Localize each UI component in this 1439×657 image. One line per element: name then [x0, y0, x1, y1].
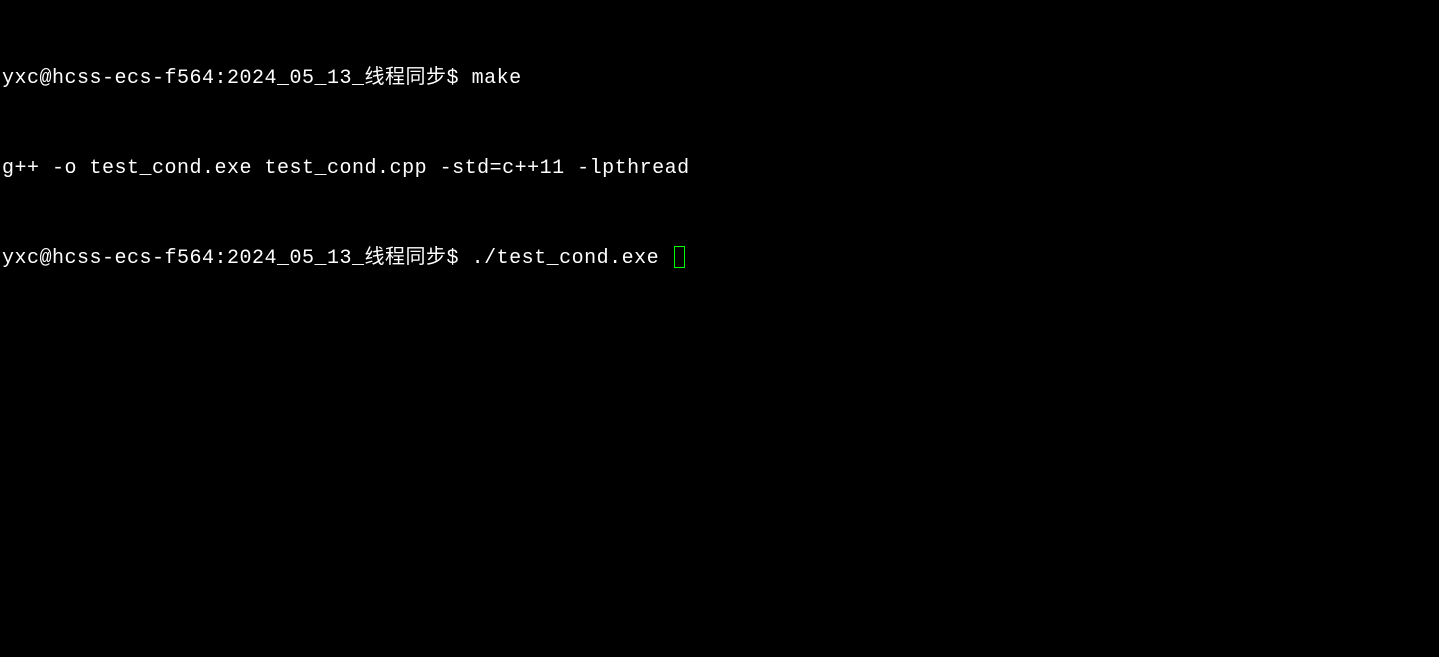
terminal-line: g++ -o test_cond.exe test_cond.cpp -std=…: [2, 154, 1437, 184]
terminal-line: yxc@hcss-ecs-f564:2024_05_13_线程同步$ ./tes…: [2, 244, 1437, 274]
terminal-line: yxc@hcss-ecs-f564:2024_05_13_线程同步$ make: [2, 64, 1437, 94]
shell-prompt: yxc@hcss-ecs-f564:2024_05_13_线程同步$: [2, 67, 472, 90]
command-text: make: [472, 67, 522, 90]
cursor-icon: [674, 246, 685, 268]
command-output: g++ -o test_cond.exe test_cond.cpp -std=…: [2, 157, 690, 180]
shell-prompt: yxc@hcss-ecs-f564:2024_05_13_线程同步$: [2, 247, 472, 270]
command-text: ./test_cond.exe: [472, 247, 672, 270]
terminal-window[interactable]: yxc@hcss-ecs-f564:2024_05_13_线程同步$ make …: [2, 4, 1437, 304]
